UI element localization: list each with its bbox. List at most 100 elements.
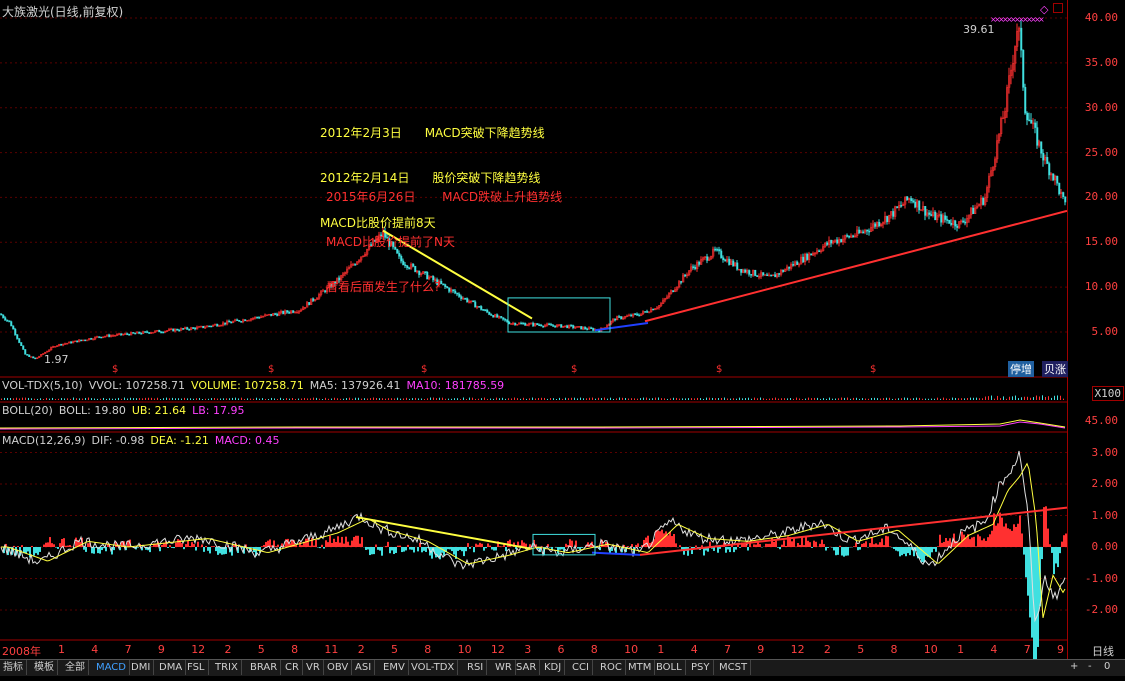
macd-histogram-bar [411,547,413,550]
tab-macd[interactable]: MACD [93,660,130,675]
macd-histogram-bar [43,544,45,547]
period-label[interactable]: 日线 [1092,643,1114,659]
tab-dmi[interactable]: DMI [128,660,155,675]
volume-bar [793,398,794,400]
tab-boll[interactable]: BOLL [653,660,686,675]
volume-bar [832,398,833,400]
volume-bar [766,398,767,400]
macd-histogram-bar [995,525,997,547]
macd-histogram-bar [353,536,355,547]
volume-bar [412,398,413,400]
stop-add-badge[interactable]: 停增 [1008,361,1034,377]
volume-bar [478,398,479,400]
volume-bar [715,398,716,400]
tab-mcst[interactable]: MCST [716,660,752,675]
candle-body [10,321,13,327]
tab-指标[interactable]: 指标 [0,660,27,675]
volume-bar [703,398,704,400]
candle-body [914,201,917,208]
tab-dma[interactable]: DMA [156,660,187,675]
tab-trix[interactable]: TRIX [212,660,242,675]
volume-bar [496,397,497,400]
tab-mtm[interactable]: MTM [625,660,656,675]
volume-bar [112,398,113,400]
volume-bar [55,398,56,400]
tab-obv[interactable]: OBV [324,660,353,675]
volume-bar [925,398,926,400]
tab-模板[interactable]: 模板 [31,660,58,675]
candle-body [1056,175,1059,184]
zoom-out-button[interactable]: - [1088,661,1092,672]
macd-histogram-bar [175,542,177,547]
candle-body [76,340,79,343]
sell-rise-badge[interactable]: 贝涨 [1042,361,1068,377]
time-tick-label: 3 [524,643,532,656]
tab-sar[interactable]: SAR [513,660,541,675]
volume-bar [175,398,176,400]
tab-cr[interactable]: CR [282,660,303,675]
macd-histogram-bar [565,543,567,547]
tab-psy[interactable]: PSY [688,660,714,675]
volume-bar [124,397,125,400]
price-up-trendline [644,209,1067,323]
macd-histogram-bar [671,536,673,547]
tab-vol-tdx[interactable]: VOL-TDX [408,660,459,675]
volume-bar [505,398,506,400]
volume-bar [280,397,281,400]
zoom-in-button[interactable]: + [1070,661,1078,672]
volume-bar [538,398,539,400]
volume-bar [541,397,542,400]
macd-histogram-bar [31,545,33,547]
tab-fsl[interactable]: FSL [184,660,209,675]
price-tick-label: 25.00 [1084,145,1118,159]
volume-bar [643,397,644,400]
tab-全部[interactable]: 全部 [62,660,89,675]
window-control-icon[interactable] [1053,3,1063,13]
volume-bar [355,397,356,400]
tab-rsi[interactable]: RSI [464,660,488,675]
macd-histogram-bar [451,547,453,552]
tab-vr[interactable]: VR [303,660,324,675]
time-tick-label: 2 [823,643,831,656]
candle-body [792,264,795,266]
time-tick-label: 10 [624,643,639,656]
candle-body [536,323,539,326]
volume-bar [946,398,947,400]
tab-cci[interactable]: CCI [569,660,593,675]
volume-bar [1009,396,1010,400]
macd-histogram-bar [349,545,351,547]
volume-bar [115,398,116,400]
macd-histogram-bar [793,538,795,547]
macd-histogram-bar [397,545,399,547]
volume-bar [835,398,836,400]
tab-brar[interactable]: BRAR [247,660,282,675]
candle-body [550,324,553,326]
macd-histogram-bar [301,545,303,547]
macd-histogram-bar [989,534,991,547]
volume-bar [760,397,761,400]
annotation-red-line: 看看后面发生了什么? [326,280,441,294]
macd-histogram-bar [169,545,171,547]
tab-kdj[interactable]: KDJ [541,660,566,675]
diamond-icon[interactable]: ◇ [1040,3,1048,16]
candle-body [878,221,881,227]
macd-histogram-bar [351,540,353,547]
macd-histogram-bar [869,543,871,547]
macd-histogram-bar [899,547,901,557]
macd-histogram-bar [719,547,721,549]
candle-body [1028,119,1031,122]
macd-histogram-bar [807,540,809,547]
dividend-marker: $ [870,364,876,375]
volume-bar [460,398,461,400]
time-tick-label: 1 [657,643,665,656]
candle-body [566,325,569,329]
dividend-marker: $ [268,364,274,375]
lb-value: LB: 17.95 [192,404,245,417]
macd-histogram-bar [345,536,347,547]
tab-emv[interactable]: EMV [380,660,409,675]
reset-button[interactable]: 0 [1104,661,1110,672]
tab-roc[interactable]: ROC [597,660,626,675]
macd-histogram-bar [933,547,935,549]
tab-asi[interactable]: ASI [352,660,376,675]
right-axis: 40.00 35.00 30.00 25.00 20.00 15.00 10.00 5.00 … [1067,0,1125,660]
